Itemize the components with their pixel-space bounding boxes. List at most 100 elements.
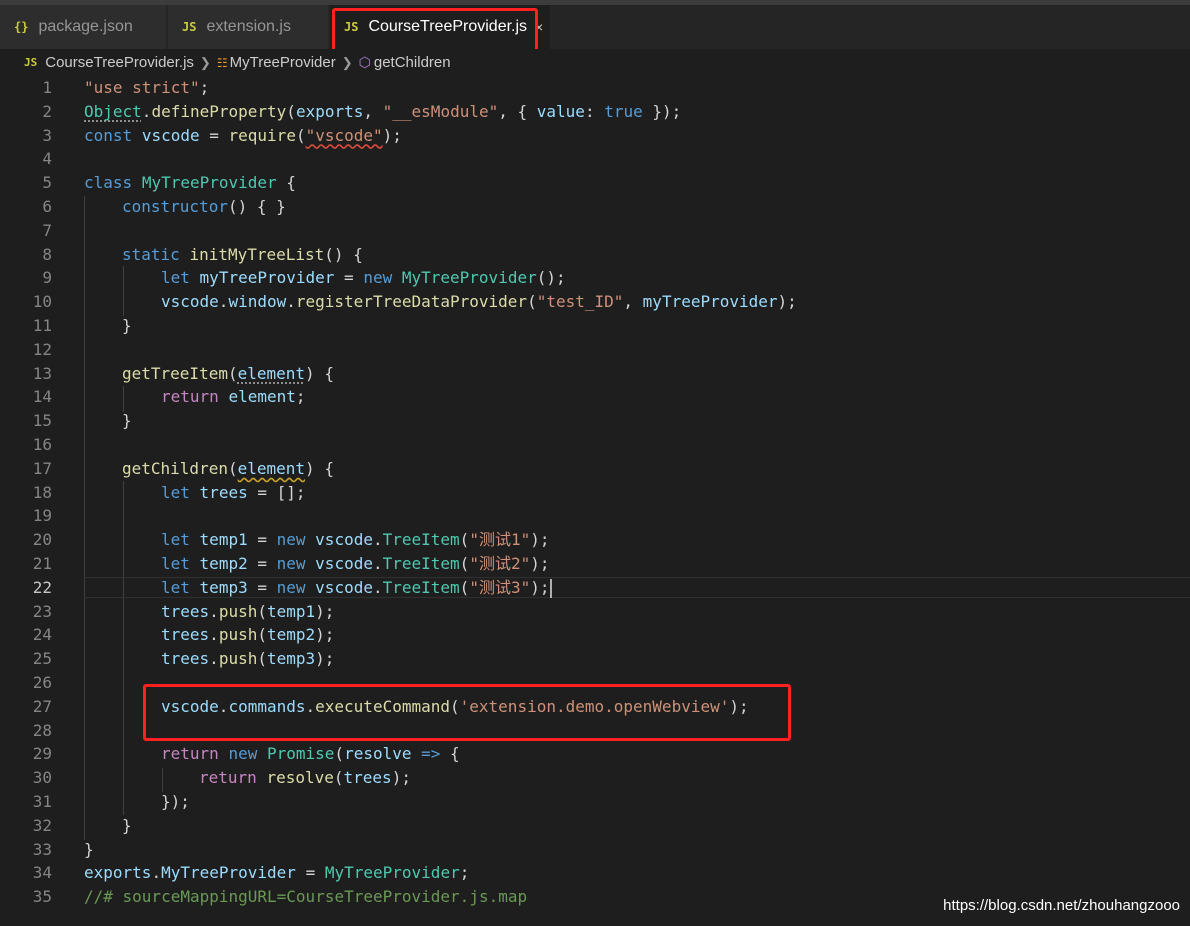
code-text: trees.push(temp1);: [161, 601, 335, 621]
code-text: vscode.commands.executeCommand('extensio…: [161, 696, 749, 716]
breadcrumb-file[interactable]: CourseTreeProvider.js: [45, 54, 194, 71]
code-text: Object.defineProperty(exports, "__esModu…: [84, 101, 682, 121]
json-file-icon: {}: [14, 20, 29, 34]
line-number: 2: [42, 101, 52, 121]
line-number: 8: [42, 244, 52, 264]
line-number: 5: [42, 173, 52, 193]
code-text: let temp2 = new vscode.TreeItem("测试2");: [161, 554, 550, 573]
line-number: 21: [32, 554, 52, 573]
code-line: 34 exports.MyTreeProvider = MyTreeProvide…: [0, 861, 1190, 885]
line-number: 33: [32, 839, 52, 859]
code-line: 6 constructor() { }: [0, 195, 1190, 219]
code-text: getTreeItem(element) {: [122, 363, 334, 383]
line-number: 26: [32, 673, 52, 692]
tab-extension-js[interactable]: JS extension.js: [168, 5, 328, 49]
code-line: 7: [0, 219, 1190, 243]
code-text: trees.push(temp2);: [161, 625, 335, 645]
line-number: 20: [32, 530, 52, 550]
code-text: getChildren(element) {: [122, 458, 334, 478]
code-line: 12: [0, 338, 1190, 362]
line-number: 17: [32, 458, 52, 478]
line-number: 9: [42, 268, 52, 288]
code-editor[interactable]: 1 "use strict"; 2 Object.defineProperty(ex…: [0, 76, 1190, 926]
code-line: 4: [0, 147, 1190, 171]
code-text: //# sourceMappingURL=CourseTreeProvider.…: [84, 887, 528, 907]
code-line: 25 trees.push(temp3);: [0, 647, 1190, 671]
line-number: 14: [32, 387, 52, 407]
line-number: 28: [32, 720, 52, 740]
code-line: 23 trees.push(temp1);: [0, 600, 1190, 624]
code-text: let temp1 = new vscode.TreeItem("测试1");: [161, 530, 550, 550]
tab-course-tree-provider-js[interactable]: JS CourseTreeProvider.js ×: [330, 5, 550, 49]
line-number: 22: [32, 577, 52, 597]
code-text: "use strict";: [84, 78, 210, 97]
code-line: 18 let trees = [];: [0, 481, 1190, 505]
tab-label: CourseTreeProvider.js: [368, 18, 528, 35]
code-text: let myTreeProvider = new MyTreeProvider(…: [161, 268, 566, 288]
code-line: 20 let temp1 = new vscode.TreeItem("测试1")…: [0, 528, 1190, 552]
line-number: 10: [32, 292, 52, 312]
code-line: 9 let myTreeProvider = new MyTreeProvider…: [0, 266, 1190, 290]
code-text: }: [122, 815, 132, 835]
line-number: 7: [42, 220, 52, 240]
line-number: 3: [42, 125, 52, 145]
code-line: 28: [0, 719, 1190, 743]
js-file-icon: JS: [182, 20, 197, 34]
line-number: 25: [32, 649, 52, 669]
code-text: exports.MyTreeProvider = MyTreeProvider;: [84, 863, 470, 883]
code-line: 3 const vscode = require("vscode");: [0, 124, 1190, 148]
code-line: 17 getChildren(element) {: [0, 457, 1190, 481]
text-cursor: [550, 578, 553, 598]
code-text: let trees = [];: [161, 482, 306, 502]
close-icon[interactable]: ×: [535, 19, 543, 35]
tab-label: package.json: [38, 18, 133, 35]
line-number: 15: [32, 411, 52, 431]
code-line: 15}: [0, 409, 1190, 433]
code-text: static initMyTreeList() {: [122, 244, 363, 264]
code-text: const vscode = require("vscode");: [84, 125, 402, 145]
code-text: class MyTreeProvider {: [84, 173, 296, 193]
code-text: return new Promise(resolve => {: [161, 744, 460, 764]
code-line: 27 vscode.commands.executeCommand('extens…: [0, 695, 1190, 719]
code-line: 5 class MyTreeProvider {: [0, 171, 1190, 195]
code-line: 11}: [0, 314, 1190, 338]
code-line: 33}: [0, 838, 1190, 862]
code-line: 29 return new Promise(resolve => {: [0, 742, 1190, 766]
line-number: 16: [32, 435, 52, 454]
line-number: 19: [32, 506, 52, 526]
line-number: 24: [32, 625, 52, 645]
code-line: 8 static initMyTreeList() {: [0, 243, 1190, 267]
code-text: let temp3 = new vscode.TreeItem("测试3");: [161, 576, 553, 600]
code-line: 30 return resolve(trees);: [0, 766, 1190, 790]
code-text: trees.push(temp3);: [161, 649, 335, 669]
code-text: constructor() { }: [122, 197, 286, 216]
tab-label: extension.js: [206, 18, 291, 35]
code-line: 13 getTreeItem(element) {: [0, 362, 1190, 386]
tab-package-json[interactable]: {} package.json: [0, 5, 166, 49]
code-text: }: [122, 411, 132, 431]
breadcrumb-method[interactable]: getChildren: [374, 54, 451, 71]
js-file-icon: JS: [24, 56, 38, 69]
line-number: 18: [32, 482, 52, 502]
line-number: 29: [32, 744, 52, 764]
method-cube-icon: ⬡: [358, 54, 371, 70]
line-number: 12: [32, 339, 52, 359]
line-number: 23: [32, 601, 52, 621]
line-number: 35: [32, 887, 52, 907]
watermark: https://blog.csdn.net/zhouhangzooo: [943, 897, 1180, 914]
code-line: 21 let temp2 = new vscode.TreeItem("测试2")…: [0, 552, 1190, 576]
line-number: 6: [42, 197, 52, 216]
code-line: 32}: [0, 814, 1190, 838]
code-text: return element;: [161, 387, 306, 407]
code-line: 24 trees.push(temp2);: [0, 623, 1190, 647]
code-text: }: [122, 316, 132, 335]
code-line: 14 return element;: [0, 385, 1190, 409]
code-text: return resolve(trees);: [199, 768, 411, 788]
tab-bar: {} package.json JS extension.js JS Cours…: [0, 0, 1190, 49]
line-number: 27: [32, 696, 52, 716]
chevron-right-icon: ❯: [341, 54, 353, 70]
line-number: 30: [32, 768, 52, 788]
line-number: 11: [32, 316, 52, 335]
code-line: 2 Object.defineProperty(exports, "__esMod…: [0, 100, 1190, 124]
breadcrumb-class[interactable]: MyTreeProvider: [230, 54, 336, 71]
